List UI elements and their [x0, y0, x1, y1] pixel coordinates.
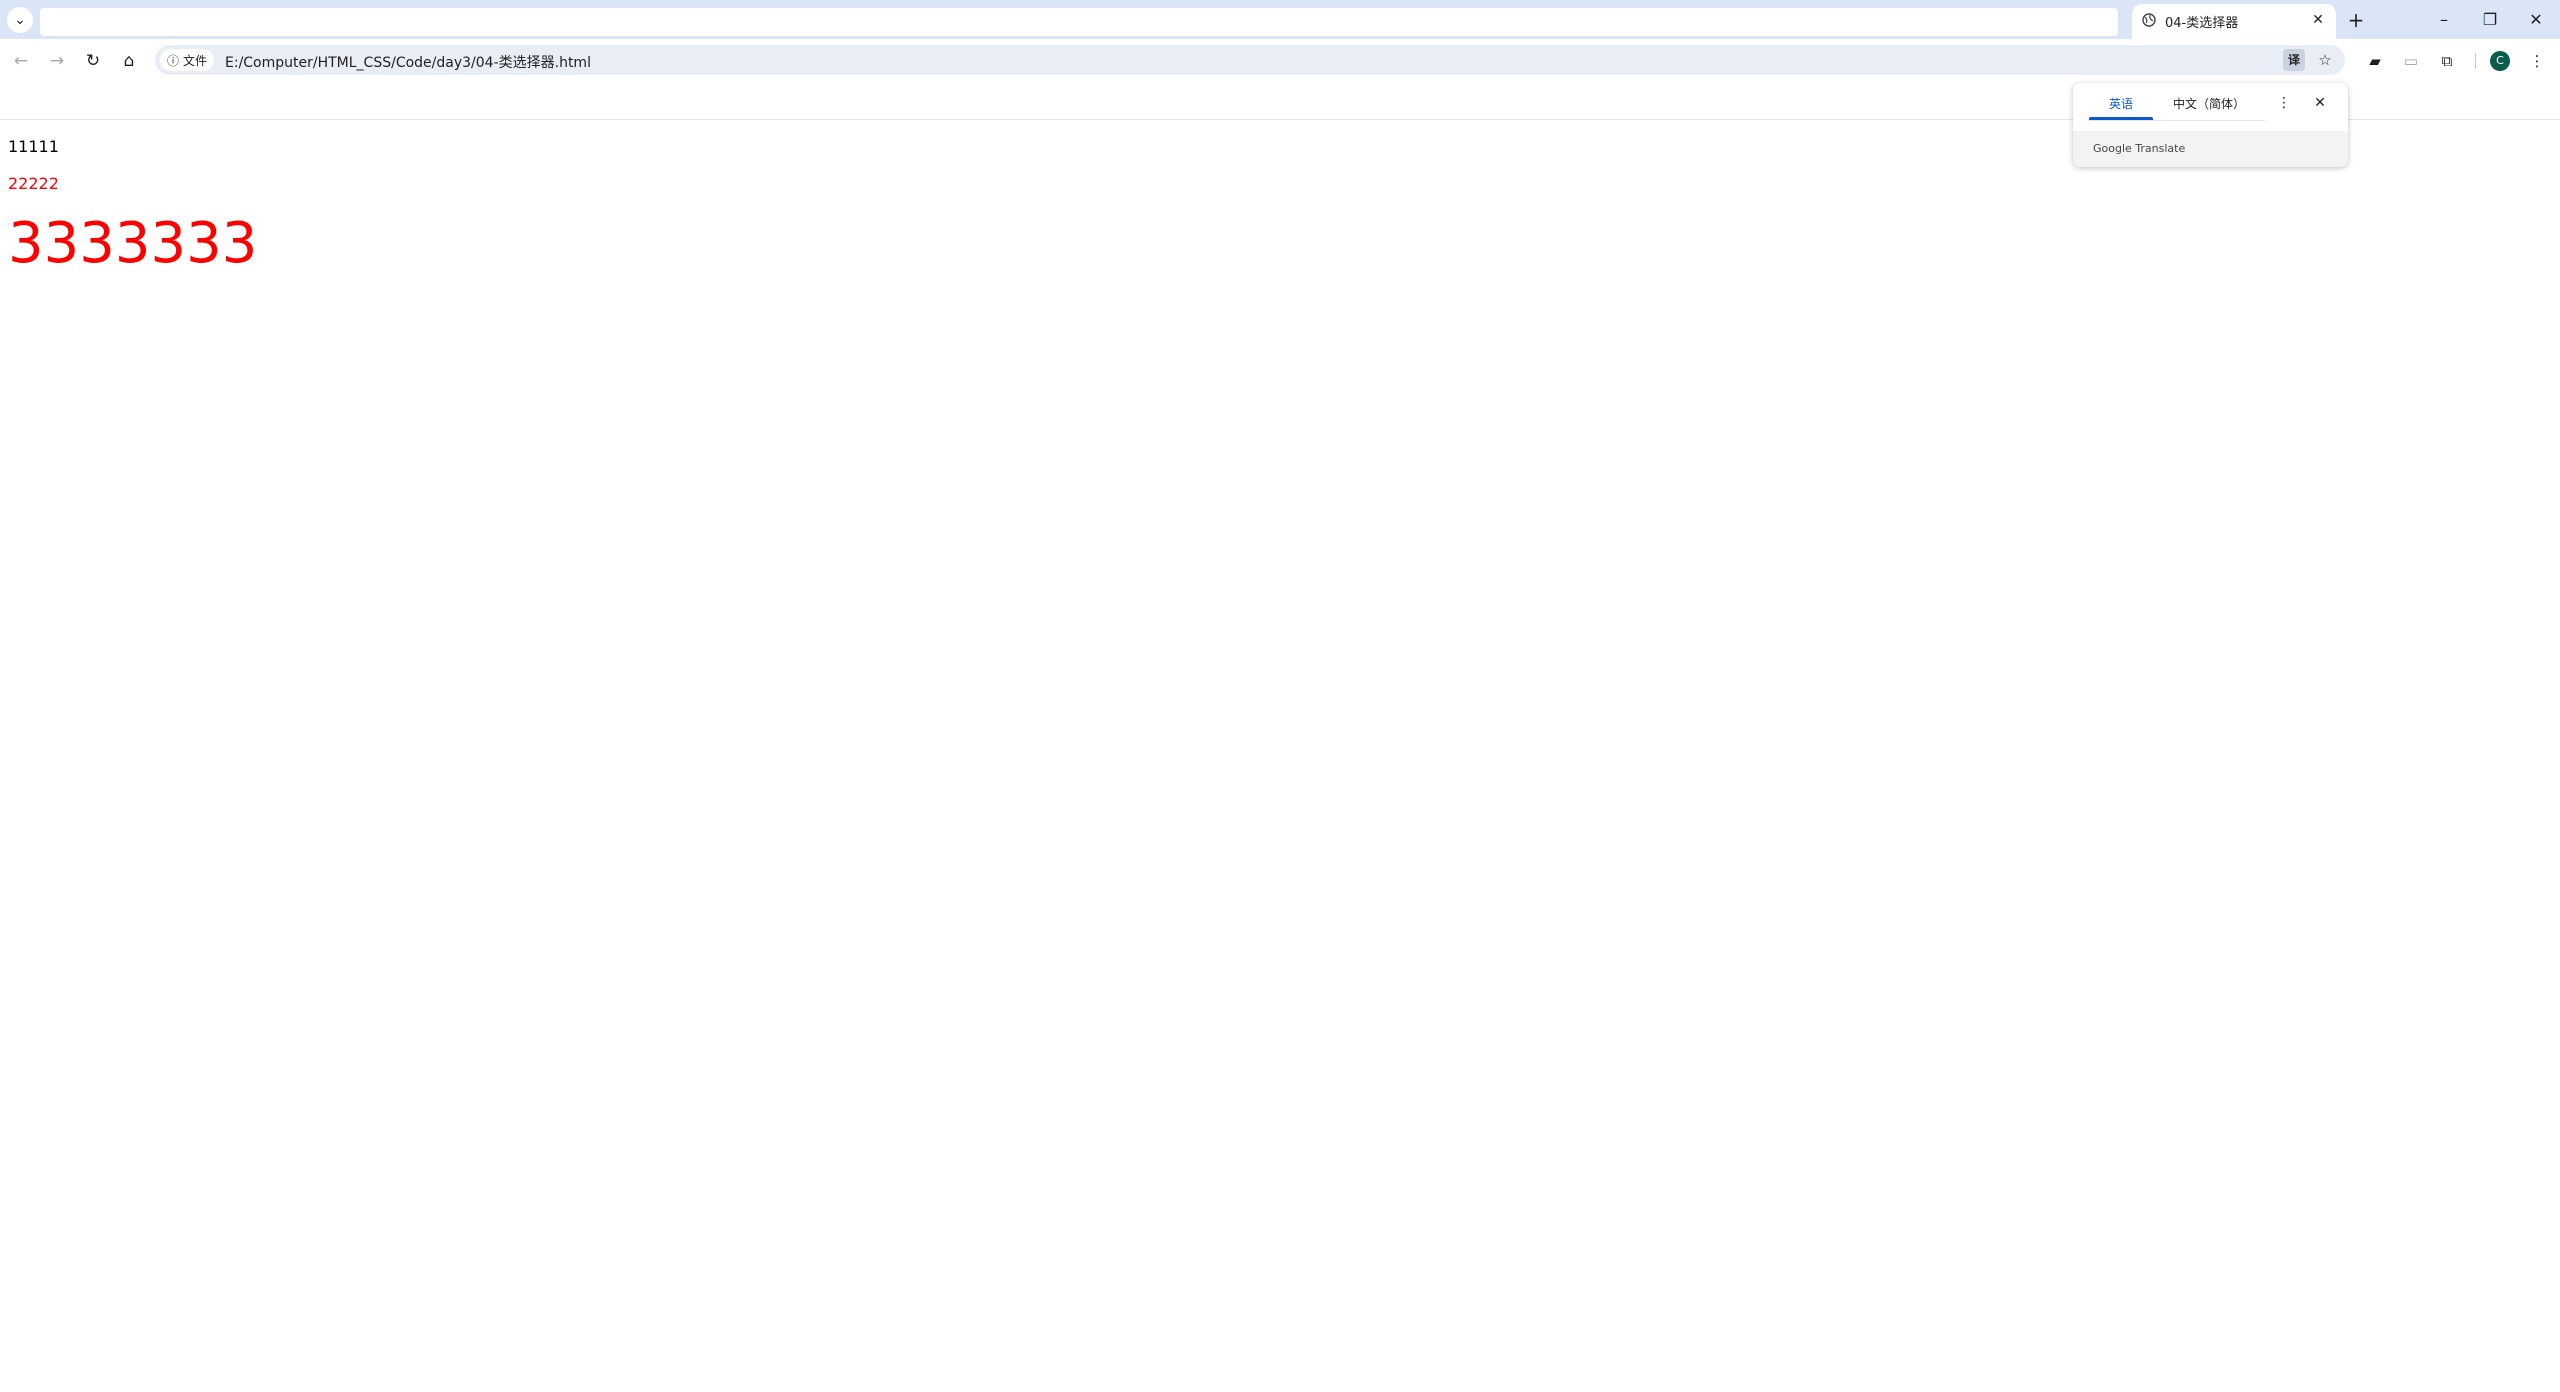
site-info-label: 文件 — [183, 53, 208, 68]
minimize-button[interactable]: – — [2424, 6, 2464, 34]
tab-close-icon[interactable]: ✕ — [2308, 10, 2328, 30]
close-icon[interactable]: ✕ — [2309, 92, 2331, 114]
extensions-puzzle-icon[interactable]: ⧉ — [2435, 49, 2459, 73]
url-text[interactable]: E:/Computer/HTML_CSS/Code/day3/04-类选择器.h… — [225, 52, 591, 72]
translate-footer: Google Translate — [2073, 131, 2348, 167]
translate-tab-target[interactable]: 中文（简体） — [2173, 95, 2245, 112]
page-content: 11111 22222 3333333 — [0, 120, 2560, 1392]
tab-divider — [2089, 120, 2265, 121]
site-info-chip[interactable]: ⓘ 文件 — [160, 49, 215, 71]
more-options-icon[interactable]: ⋮ — [2273, 92, 2295, 114]
address-bar[interactable]: ⓘ 文件 E:/Computer/HTML_CSS/Code/day3/04-类… — [155, 45, 2345, 75]
profile-avatar[interactable]: C — [2490, 51, 2510, 71]
text-line-2: 22222 — [8, 174, 59, 193]
restore-button[interactable]: ❐ — [2470, 6, 2510, 34]
tab-title: 04-类选择器 — [2165, 16, 2239, 31]
translate-icon[interactable]: 译 — [2283, 49, 2305, 71]
reading-mode-icon[interactable]: ▭ — [2399, 49, 2423, 73]
browser-toolbar: ← → ↻ ⌂ ⓘ 文件 E:/Computer/HTML_CSS/Code/d… — [0, 39, 2560, 81]
toolbar-separator — [2475, 53, 2476, 69]
new-tab-button[interactable]: + — [2344, 8, 2368, 32]
tab-strip-empty-area — [40, 8, 2118, 36]
reload-button[interactable]: ↻ — [80, 48, 106, 74]
translate-tab-source[interactable]: 英语 — [2109, 95, 2133, 112]
info-icon: ⓘ — [167, 53, 180, 68]
bookmark-star-icon[interactable]: ☆ — [2314, 49, 2336, 71]
back-button[interactable]: ← — [8, 48, 34, 74]
home-button[interactable]: ⌂ — [116, 48, 142, 74]
text-line-3: 3333333 — [8, 211, 258, 276]
tab-search-button[interactable]: ⌄ — [7, 7, 33, 33]
menu-kebab-icon[interactable]: ⋮ — [2525, 49, 2549, 73]
chevron-down-icon: ⌄ — [14, 12, 26, 28]
window-close-button[interactable]: ✕ — [2516, 6, 2556, 34]
text-line-1: 11111 — [8, 137, 59, 156]
google-translate-brand: Google Translate — [2093, 142, 2186, 155]
forward-button[interactable]: → — [44, 48, 70, 74]
active-tab[interactable]: 04-类选择器 ✕ — [2132, 4, 2336, 39]
tab-strip: ⌄ 04-类选择器 ✕ + – ❐ ✕ — [0, 0, 2560, 39]
extension-icon[interactable]: ▰ — [2363, 49, 2387, 73]
globe-icon — [2142, 13, 2156, 27]
translate-popup: 英语 中文（简体） ⋮ ✕ Google Translate — [2073, 83, 2348, 167]
